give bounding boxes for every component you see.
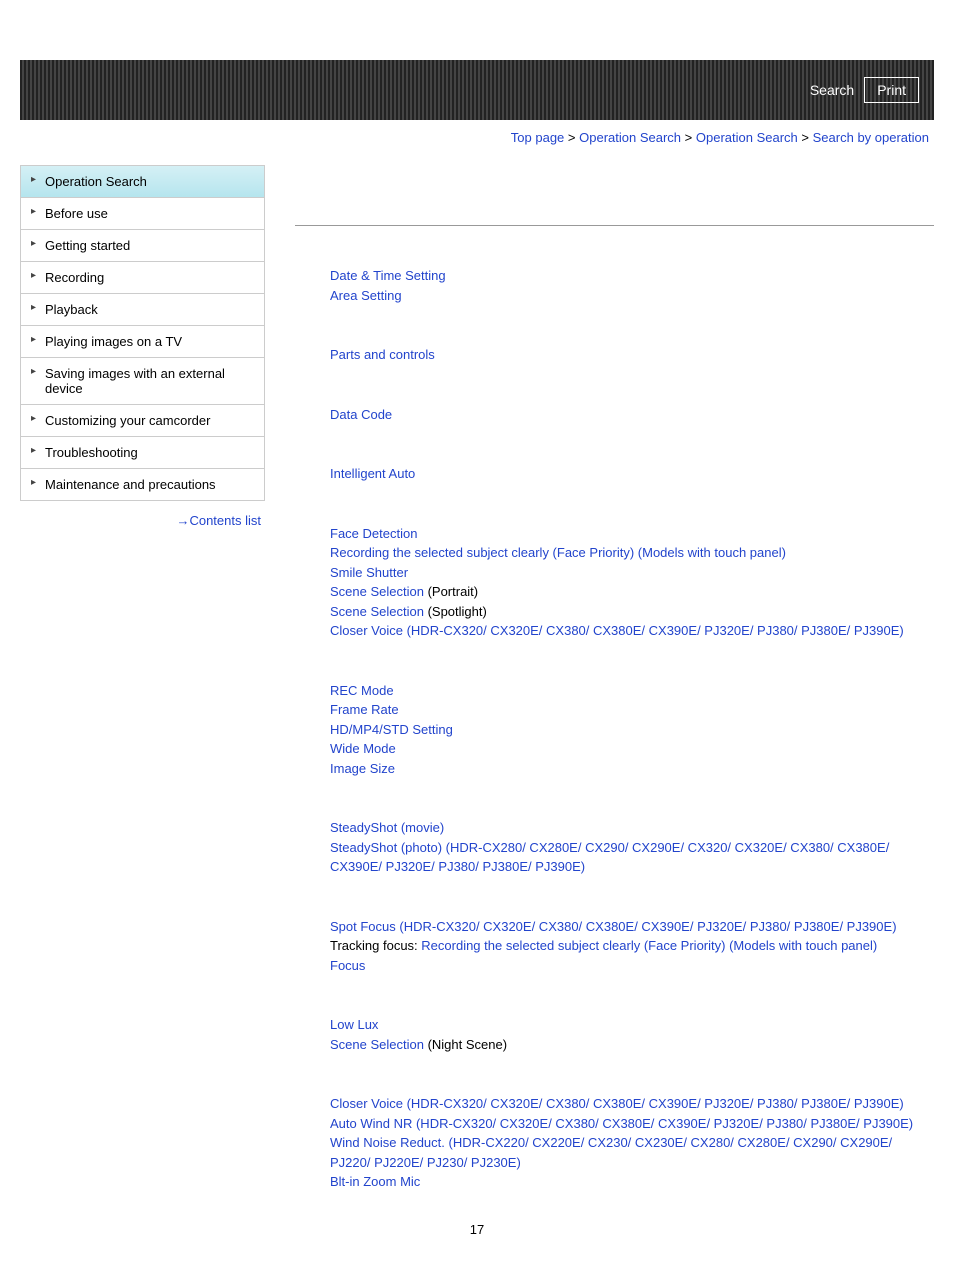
breadcrumb-link[interactable]: Operation Search [579, 130, 681, 145]
link-wide-mode[interactable]: Wide Mode [330, 741, 396, 756]
link-scene-night[interactable]: Scene Selection [330, 1037, 424, 1052]
section-lowlux: Low Lux Scene Selection (Night Scene) [330, 1015, 934, 1054]
sidebar-item-playing-images-tv[interactable]: Playing images on a TV [21, 326, 264, 358]
sidebar-item-before-use[interactable]: Before use [21, 198, 264, 230]
breadcrumb-link[interactable]: Search by operation [813, 130, 929, 145]
breadcrumb-link[interactable]: Operation Search [696, 130, 798, 145]
sidebar-list: Operation Search Before use Getting star… [20, 165, 265, 501]
print-button[interactable]: Print [864, 77, 919, 103]
sidebar-item-getting-started[interactable]: Getting started [21, 230, 264, 262]
section-datetime: Date & Time Setting Area Setting [330, 266, 934, 305]
sidebar-item-troubleshooting[interactable]: Troubleshooting [21, 437, 264, 469]
contents-list-link[interactable]: Contents list [189, 513, 261, 528]
breadcrumb-sep: > [801, 130, 809, 145]
page-number: 17 [0, 1192, 954, 1267]
section-intelligent: Intelligent Auto [330, 464, 934, 484]
breadcrumb: Top page > Operation Search > Operation … [0, 120, 954, 165]
sidebar-item-saving-images[interactable]: Saving images with an external device [21, 358, 264, 405]
breadcrumb-sep: > [568, 130, 576, 145]
text-tracking-focus: Tracking focus: [330, 938, 421, 953]
arrow-icon: → [176, 513, 189, 528]
link-auto-wind-nr[interactable]: Auto Wind NR (HDR-CX320/ CX320E/ CX380/ … [330, 1116, 913, 1131]
section-face: Face Detection Recording the selected su… [330, 524, 934, 641]
section-audio: Closer Voice (HDR-CX320/ CX320E/ CX380/ … [330, 1094, 934, 1192]
link-area-setting[interactable]: Area Setting [330, 288, 402, 303]
divider [295, 225, 934, 226]
link-scene-portrait[interactable]: Scene Selection [330, 584, 424, 599]
text-night-scene: (Night Scene) [424, 1037, 507, 1052]
link-steadyshot-movie[interactable]: SteadyShot (movie) [330, 820, 444, 835]
sidebar-item-recording[interactable]: Recording [21, 262, 264, 294]
sidebar-item-playback[interactable]: Playback [21, 294, 264, 326]
section-datacode: Data Code [330, 405, 934, 425]
sidebar-item-customizing[interactable]: Customizing your camcorder [21, 405, 264, 437]
text-spotlight: (Spotlight) [424, 604, 487, 619]
link-smile-shutter[interactable]: Smile Shutter [330, 565, 408, 580]
link-steadyshot-photo[interactable]: SteadyShot (photo) (HDR-CX280/ CX280E/ C… [330, 840, 889, 875]
link-face-detection[interactable]: Face Detection [330, 526, 417, 541]
breadcrumb-link[interactable]: Top page [511, 130, 565, 145]
link-data-code[interactable]: Data Code [330, 407, 392, 422]
section-steadyshot: SteadyShot (movie) SteadyShot (photo) (H… [330, 818, 934, 877]
breadcrumb-sep: > [685, 130, 693, 145]
link-blt-zoom-mic[interactable]: Blt-in Zoom Mic [330, 1174, 420, 1189]
sidebar-item-operation-search[interactable]: Operation Search [21, 166, 264, 198]
sidebar-item-maintenance[interactable]: Maintenance and precautions [21, 469, 264, 500]
link-hd-mp4-std[interactable]: HD/MP4/STD Setting [330, 722, 453, 737]
section-focus: Spot Focus (HDR-CX320/ CX320E/ CX380/ CX… [330, 917, 934, 976]
header-bar: Search Print [20, 60, 934, 120]
link-parts-controls[interactable]: Parts and controls [330, 347, 435, 362]
link-wind-noise-reduct[interactable]: Wind Noise Reduct. (HDR-CX220/ CX220E/ C… [330, 1135, 892, 1170]
link-closer-voice-2[interactable]: Closer Voice (HDR-CX320/ CX320E/ CX380/ … [330, 1096, 904, 1111]
link-rec-mode[interactable]: REC Mode [330, 683, 394, 698]
section-parts: Parts and controls [330, 345, 934, 365]
link-date-time[interactable]: Date & Time Setting [330, 268, 446, 283]
link-focus[interactable]: Focus [330, 958, 365, 973]
sidebar: Operation Search Before use Getting star… [20, 165, 265, 1192]
link-closer-voice[interactable]: Closer Voice (HDR-CX320/ CX320E/ CX380/ … [330, 623, 904, 638]
link-scene-spotlight[interactable]: Scene Selection [330, 604, 424, 619]
link-tracking-focus[interactable]: Recording the selected subject clearly (… [421, 938, 877, 953]
link-face-priority[interactable]: Recording the selected subject clearly (… [330, 545, 786, 560]
link-spot-focus[interactable]: Spot Focus (HDR-CX320/ CX320E/ CX380/ CX… [330, 919, 897, 934]
link-frame-rate[interactable]: Frame Rate [330, 702, 399, 717]
link-low-lux[interactable]: Low Lux [330, 1017, 378, 1032]
section-rec: REC Mode Frame Rate HD/MP4/STD Setting W… [330, 681, 934, 779]
link-image-size[interactable]: Image Size [330, 761, 395, 776]
main-content: Date & Time Setting Area Setting Parts a… [265, 165, 934, 1192]
contents-list-wrap: →Contents list [20, 501, 265, 528]
link-intelligent-auto[interactable]: Intelligent Auto [330, 466, 415, 481]
search-button[interactable]: Search [810, 82, 854, 98]
text-portrait: (Portrait) [424, 584, 478, 599]
